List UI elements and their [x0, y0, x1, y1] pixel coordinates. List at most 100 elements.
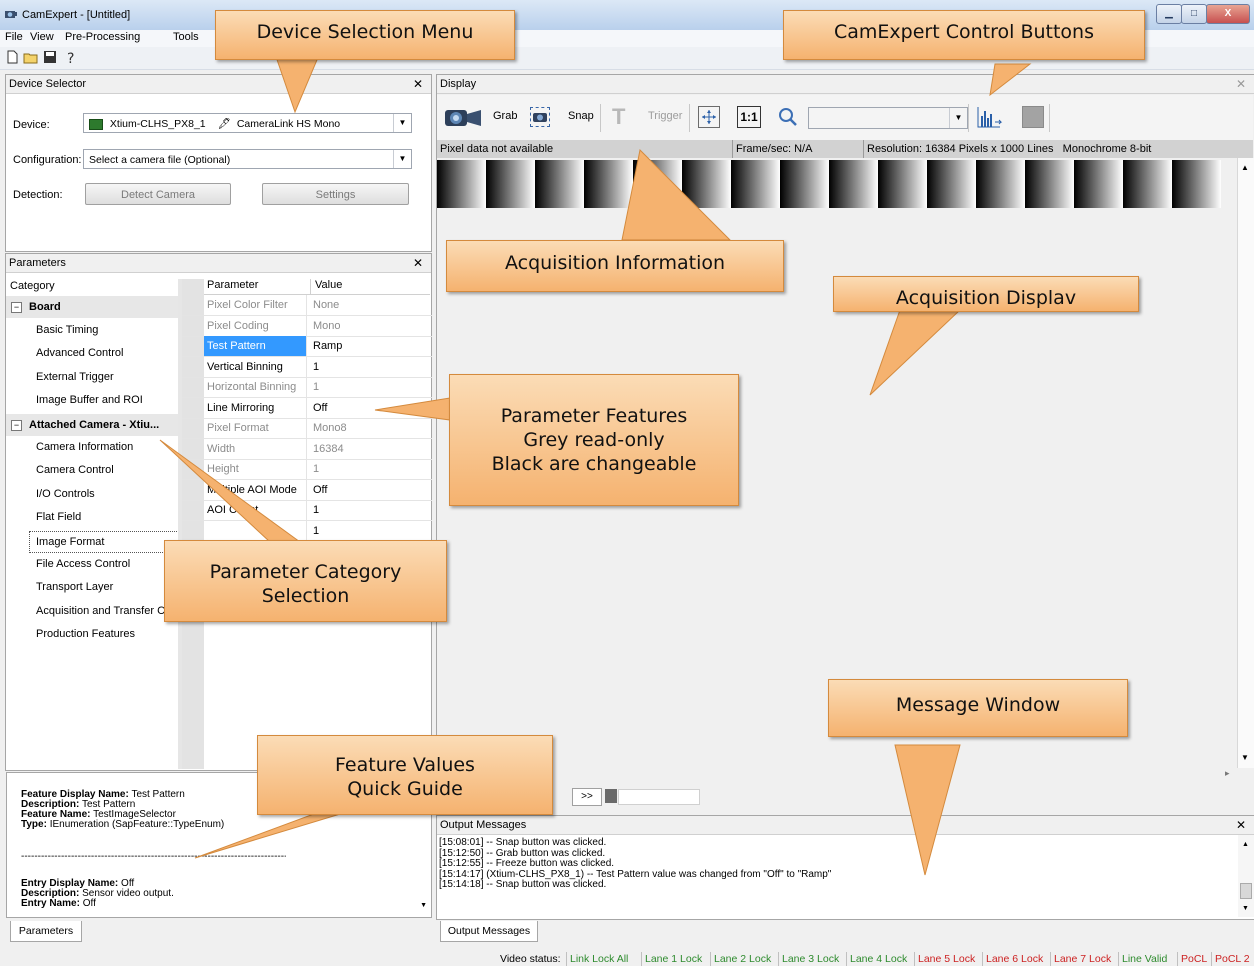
- parameters-tab[interactable]: Parameters: [10, 921, 82, 942]
- info-line-type: Type: IEnumeration (SapFeature::TypeEnum…: [21, 819, 225, 830]
- resize-grip[interactable]: ▸: [1221, 768, 1253, 784]
- menu-view[interactable]: View: [30, 31, 54, 43]
- scrollbar-thumb[interactable]: [1240, 883, 1252, 899]
- grab-camera-icon[interactable]: [443, 104, 487, 132]
- category-acquisition-transfer[interactable]: Acquisition and Transfer C: [36, 600, 165, 623]
- category-image-buffer-roi[interactable]: Image Buffer and ROI: [36, 389, 143, 412]
- category-external-trigger[interactable]: External Trigger: [36, 366, 114, 389]
- vertical-scrollbar[interactable]: ▲ ▼: [1237, 158, 1254, 768]
- param-row-vertical-binning[interactable]: Vertical Binning 1: [182, 357, 432, 378]
- menu-file[interactable]: File: [5, 31, 23, 43]
- param-row-extra[interactable]: 1: [182, 521, 432, 542]
- navigation-slider-track[interactable]: [618, 789, 700, 805]
- collapse-icon[interactable]: −: [11, 420, 22, 431]
- next-page-button[interactable]: >>: [572, 788, 602, 806]
- output-messages-tab[interactable]: Output Messages: [440, 921, 538, 942]
- snap-button[interactable]: Snap: [568, 110, 594, 122]
- snap-icon[interactable]: [530, 107, 550, 127]
- value-column-header: Value: [310, 279, 342, 294]
- video-status-label: Video status:: [500, 953, 561, 965]
- configuration-dropdown[interactable]: Select a camera file (Optional) ▼: [83, 149, 412, 169]
- callout-feature-values: Feature Values Quick Guide: [257, 735, 553, 815]
- parameter-grid: Parameter Value Pixel Color Filter None P…: [182, 279, 432, 769]
- messages-scrollbar[interactable]: ▲ ▼: [1238, 835, 1254, 917]
- help-icon[interactable]: ?: [63, 50, 79, 67]
- maximize-button[interactable]: □: [1181, 4, 1207, 24]
- category-io-controls[interactable]: I/O Controls: [36, 483, 95, 506]
- param-row-pixel-coding[interactable]: Pixel Coding Mono: [182, 316, 432, 337]
- zoom-dropdown[interactable]: ▼: [808, 107, 968, 129]
- histogram-icon[interactable]: [975, 104, 1005, 130]
- param-row-horizontal-binning[interactable]: Horizontal Binning 1: [182, 377, 432, 398]
- detect-camera-button[interactable]: Detect Camera: [85, 183, 231, 205]
- info-line-entry-name: Entry Name: Off: [21, 898, 96, 909]
- cable-icon: 🖋: [217, 118, 231, 130]
- param-row-aoi-count[interactable]: AOI Count 1: [182, 500, 432, 521]
- grab-button[interactable]: Grab: [493, 110, 517, 122]
- category-transport-layer[interactable]: Transport Layer: [36, 576, 113, 599]
- category-group-board[interactable]: − Board: [6, 296, 182, 318]
- info-separator: ----------------------------------------…: [21, 852, 286, 862]
- chevron-down-icon[interactable]: ▼: [393, 114, 411, 132]
- scroll-down-icon[interactable]: ▼: [420, 901, 427, 911]
- display-header: Display ✕: [437, 75, 1254, 94]
- fit-to-window-icon[interactable]: [698, 106, 720, 128]
- param-row-line-mirroring[interactable]: Line Mirroring Off: [182, 398, 432, 419]
- close-icon[interactable]: ✕: [413, 75, 423, 93]
- category-camera-control[interactable]: Camera Control: [36, 459, 114, 482]
- param-row-pixel-color-filter[interactable]: Pixel Color Filter None: [182, 295, 432, 316]
- param-row-width[interactable]: Width 16384: [182, 439, 432, 460]
- settings-button[interactable]: Settings: [262, 183, 409, 205]
- scroll-up-icon[interactable]: ▲: [1242, 841, 1249, 848]
- param-row-height[interactable]: Height 1: [182, 459, 432, 480]
- trigger-button[interactable]: Trigger: [648, 110, 682, 122]
- device-label: Device:: [13, 119, 50, 131]
- minimize-button[interactable]: ▁: [1156, 4, 1182, 24]
- chevron-down-icon[interactable]: ▼: [949, 108, 967, 128]
- close-icon[interactable]: ✕: [1236, 75, 1246, 93]
- category-file-access-control[interactable]: File Access Control: [36, 553, 130, 576]
- message-line: [15:14:18] -- Snap button was clicked.: [439, 879, 607, 890]
- output-messages-panel: Output Messages ✕ [15:08:01] -- Snap but…: [436, 815, 1254, 920]
- status-pocl-2: PoCL 2: [1211, 952, 1253, 966]
- zoom-icon[interactable]: [778, 107, 798, 127]
- status-line-valid: Line Valid: [1118, 952, 1170, 966]
- scroll-down-icon[interactable]: ▼: [1241, 753, 1249, 762]
- scroll-up-icon[interactable]: ▲: [1241, 163, 1249, 172]
- chevron-down-icon[interactable]: ▼: [393, 150, 411, 168]
- frame-rate-text: Frame/sec: N/A: [732, 140, 812, 158]
- category-advanced-control[interactable]: Advanced Control: [36, 342, 123, 365]
- close-icon[interactable]: ✕: [1236, 816, 1246, 834]
- device-dropdown[interactable]: Xtium-CLHS_PX8_1 🖋 CameraLink HS Mono ▼: [83, 113, 412, 133]
- navigation-slider-thumb[interactable]: [605, 789, 617, 803]
- scroll-down-icon[interactable]: ▼: [1242, 905, 1249, 912]
- zoom-one-to-one-button[interactable]: 1:1: [737, 106, 761, 128]
- category-production-features[interactable]: Production Features: [36, 623, 135, 646]
- close-window-button[interactable]: X: [1206, 4, 1250, 24]
- open-folder-icon[interactable]: [23, 50, 39, 66]
- board-icon: [89, 118, 103, 130]
- new-file-icon[interactable]: [4, 50, 20, 66]
- display-navigation-bar: >>: [437, 787, 1237, 807]
- param-row-test-pattern[interactable]: Test Pattern Ramp: [182, 336, 432, 357]
- device-value: Xtium-CLHS_PX8_1: [109, 118, 206, 130]
- parameters-header: Parameters ✕: [6, 254, 431, 273]
- parameter-column-header: Parameter: [207, 279, 259, 291]
- menu-pre-processing[interactable]: Pre-Processing: [65, 31, 140, 43]
- save-icon[interactable]: [42, 50, 58, 66]
- category-basic-timing[interactable]: Basic Timing: [36, 319, 98, 342]
- callout-acquisition-information: Acquisition Information: [446, 240, 784, 292]
- menu-tools[interactable]: Tools: [173, 31, 199, 43]
- toolbar-divider: [968, 104, 969, 132]
- configuration-label: Configuration:: [13, 154, 82, 166]
- status-lane-2-lock: Lane 2 Lock: [710, 952, 774, 966]
- close-icon[interactable]: ✕: [413, 254, 423, 272]
- category-group-attached-camera[interactable]: − Attached Camera - Xtiu...: [6, 414, 182, 436]
- param-row-multiple-aoi-mode[interactable]: Multiple AOI Mode Off: [182, 480, 432, 501]
- param-row-pixel-format[interactable]: Pixel Format Mono8: [182, 418, 432, 439]
- parameters-title: Parameters: [9, 257, 66, 269]
- collapse-icon[interactable]: −: [11, 302, 22, 313]
- category-camera-information[interactable]: Camera Information: [36, 436, 133, 459]
- category-list: Category − Board Basic Timing Advanced Co…: [6, 279, 187, 769]
- category-flat-field[interactable]: Flat Field: [36, 506, 81, 529]
